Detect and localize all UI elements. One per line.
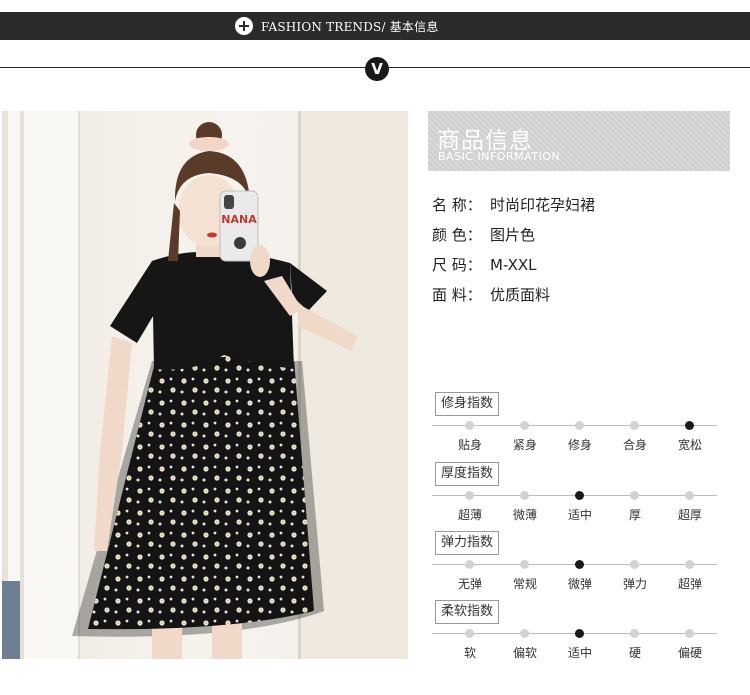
index-dot — [630, 560, 639, 569]
index-option-label: 合身 — [622, 438, 647, 452]
index-dot — [630, 491, 639, 500]
detail-size: 尺 码： M-XXL — [432, 254, 537, 275]
index-option-label: 适中 — [567, 508, 592, 522]
detail-color: 颜 色： 图片色 — [432, 224, 535, 245]
index-tag: 厚度指数 — [435, 462, 500, 486]
index-tag: 修身指数 — [435, 392, 500, 416]
index-dot — [630, 421, 639, 430]
index-dot — [465, 421, 474, 430]
info-title-en: BASIC INFORMATION — [438, 150, 561, 163]
index-option-label: 超薄 — [457, 508, 482, 522]
detail-key: 名 称： — [432, 196, 482, 214]
index-option-label: 宽松 — [677, 438, 702, 452]
chevron-down-badge-icon: V — [365, 57, 389, 81]
index-option-label: 软 — [463, 646, 476, 660]
index-dot — [465, 629, 474, 638]
index-option-label: 微薄 — [512, 508, 537, 522]
index-dot — [685, 491, 694, 500]
top-banner: FASHION TRENDS/ 基本信息 — [0, 12, 750, 40]
index-option-label: 微弹 — [567, 577, 592, 591]
phone-case-text: NANA — [221, 213, 257, 226]
detail-key: 尺 码： — [432, 256, 482, 274]
detail-value: 时尚印花孕妇裙 — [490, 196, 596, 214]
product-photo: NANA — [2, 111, 408, 659]
index-option-label: 适中 — [567, 646, 592, 660]
index-dot-selected — [575, 491, 584, 500]
index-option-label: 无弹 — [457, 577, 482, 591]
index-option-label: 硬 — [628, 646, 641, 660]
index-dot-selected — [575, 629, 584, 638]
banner-title: FASHION TRENDS/ 基本信息 — [261, 20, 439, 34]
index-option-label: 超厚 — [677, 508, 702, 522]
index-dot — [520, 560, 529, 569]
detail-key: 颜 色： — [432, 226, 482, 244]
fit-index: 修身指数 贴身 紧身 修身 合身 宽松 — [432, 392, 722, 452]
detail-value: M-XXL — [490, 256, 537, 274]
detail-name: 名 称： 时尚印花孕妇裙 — [432, 194, 595, 215]
detail-value: 优质面料 — [490, 286, 551, 304]
index-option-label: 偏硬 — [677, 646, 702, 660]
index-tag: 弹力指数 — [435, 531, 500, 555]
index-dot-selected — [575, 560, 584, 569]
index-dot — [520, 421, 529, 430]
index-option-label: 常规 — [512, 577, 537, 591]
plus-circle-icon — [235, 17, 253, 35]
index-option-label: 修身 — [567, 438, 592, 452]
index-option-label: 偏软 — [512, 646, 537, 660]
softness-index: 柔软指数 软 偏软 适中 硬 偏硬 — [432, 600, 722, 660]
index-option-label: 超弹 — [677, 577, 702, 591]
index-dot — [465, 491, 474, 500]
index-dot-selected — [685, 421, 694, 430]
thickness-index: 厚度指数 超薄 微薄 适中 厚 超厚 — [432, 462, 722, 522]
index-option-label: 厚 — [628, 508, 641, 522]
index-option-label: 贴身 — [457, 438, 482, 452]
detail-value: 图片色 — [490, 226, 536, 244]
index-dot — [465, 560, 474, 569]
index-option-label: 紧身 — [512, 438, 537, 452]
detail-fabric: 面 料： 优质面料 — [432, 284, 550, 305]
index-option-label: 弹力 — [622, 577, 647, 591]
index-dot — [575, 421, 584, 430]
index-dot — [630, 629, 639, 638]
index-dot — [520, 491, 529, 500]
index-dot — [685, 629, 694, 638]
model-figure: NANA — [72, 122, 357, 659]
index-dot — [685, 560, 694, 569]
detail-key: 面 料： — [432, 286, 482, 304]
index-tag: 柔软指数 — [435, 600, 500, 624]
index-dot — [520, 629, 529, 638]
elasticity-index: 弹力指数 无弹 常规 微弹 弹力 超弹 — [432, 531, 722, 591]
basic-information-header: 商品信息 BASIC INFORMATION — [428, 111, 730, 171]
